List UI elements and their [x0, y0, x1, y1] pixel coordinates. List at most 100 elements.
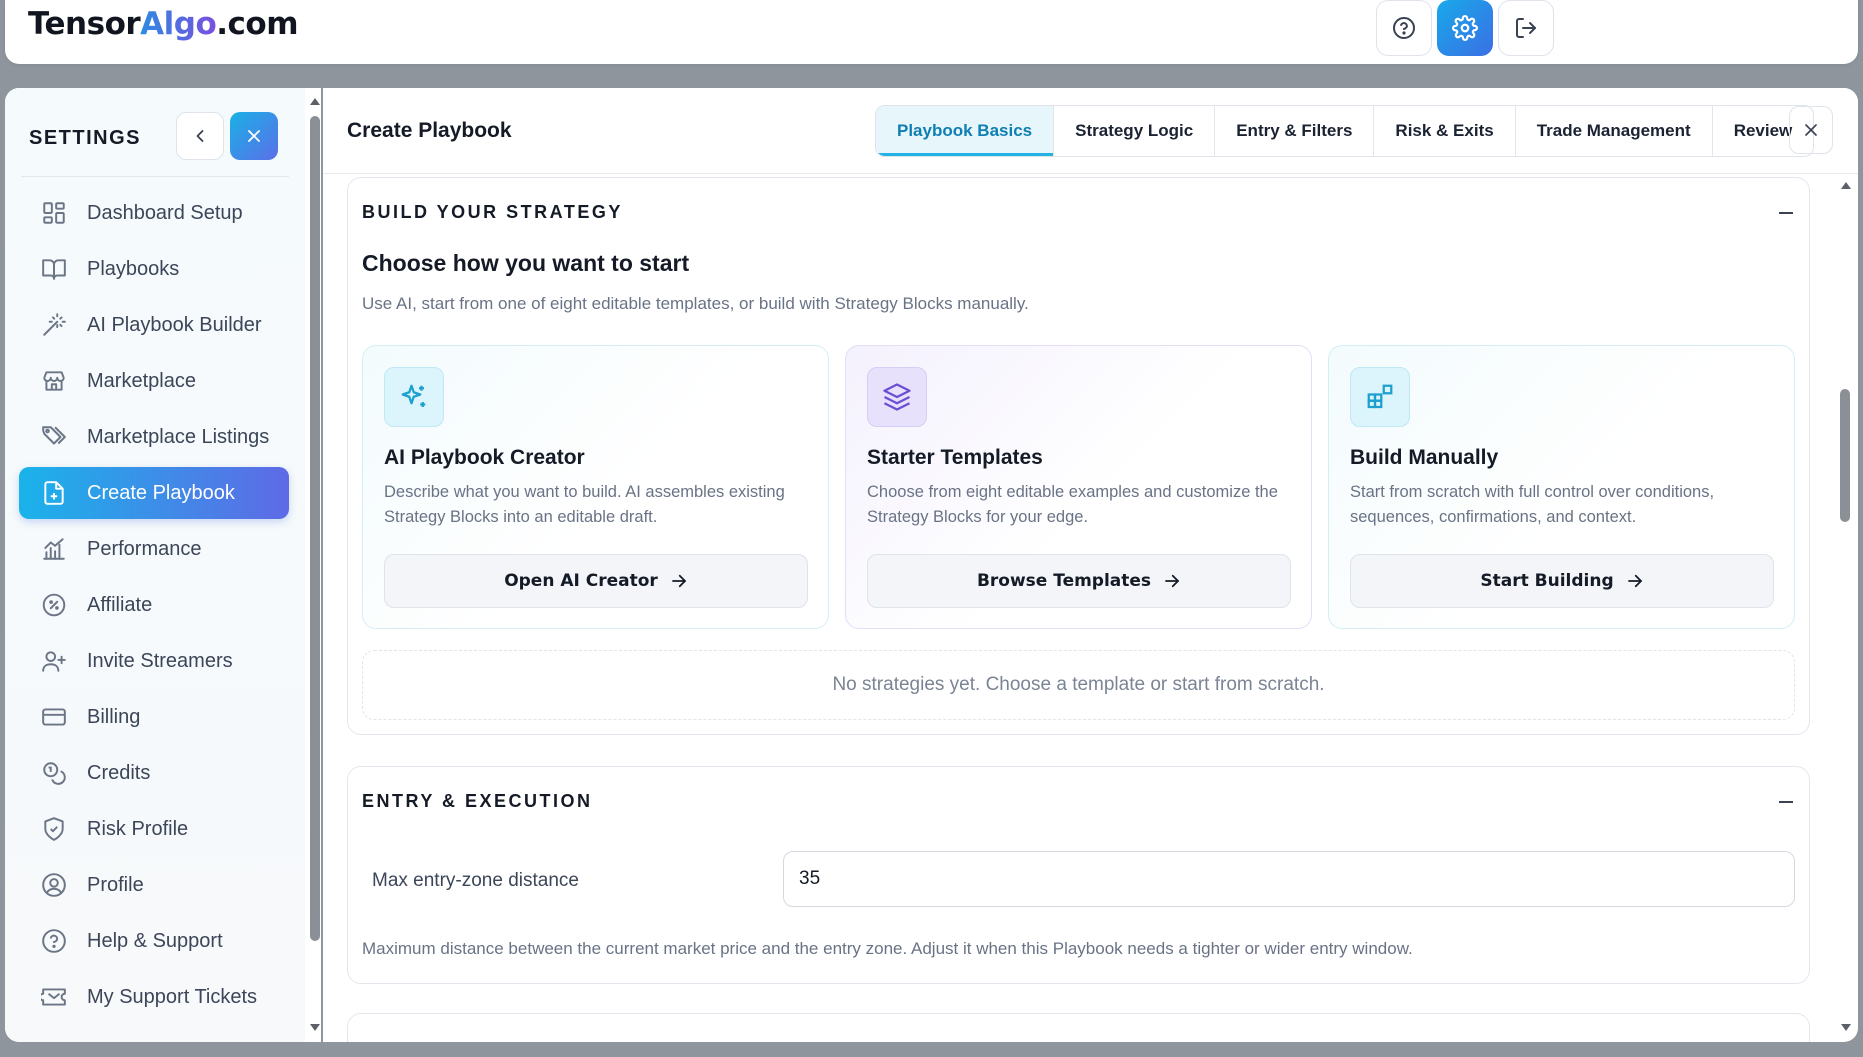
sidebar-scroll-thumb[interactable] [310, 116, 320, 941]
sidebar-menu: Dashboard Setup Playbooks AI Playbook Bu… [19, 187, 289, 1027]
tab-risk-exits[interactable]: Risk & Exits [1373, 106, 1514, 156]
sidebar-item-profile[interactable]: Profile [19, 859, 289, 911]
starter-templates-card: Starter Templates Choose from eight edit… [845, 345, 1312, 629]
collapse-section-toggle[interactable] [1779, 801, 1793, 803]
sidebar-scroll-down-arrow[interactable] [310, 1024, 320, 1031]
sidebar-item-my-support-tickets[interactable]: My Support Tickets [19, 971, 289, 1023]
chart-icon [43, 538, 65, 560]
close-icon [1805, 124, 1817, 136]
next-section [347, 1013, 1810, 1042]
card-description: Describe what you want to build. AI asse… [384, 483, 785, 526]
section-heading: Choose how you want to start [362, 250, 690, 276]
arrow-right-icon [1165, 574, 1179, 588]
button-label: Start Building [1480, 571, 1614, 591]
page-title: Create Playbook [347, 119, 512, 142]
create-playbook-panel: Create Playbook Playbook Basics Strategy… [323, 88, 1858, 1042]
sidebar-item-playbooks[interactable]: Playbooks [19, 243, 289, 295]
sparkles-icon [401, 384, 426, 407]
logout-icon [1516, 18, 1536, 38]
field-help-text: Maximum distance between the current mar… [362, 939, 1413, 958]
sidebar-item-help-support[interactable]: Help & Support [19, 915, 289, 967]
card-icon-box [1350, 367, 1410, 427]
sidebar-item-affiliate[interactable]: Affiliate [19, 579, 289, 631]
magic-wand-icon [43, 313, 66, 336]
build-strategy-section: BUILD YOUR STRATEGY Choose how you want … [347, 177, 1810, 735]
sidebar-divider [21, 176, 289, 177]
card-description: Start from scratch with full control ove… [1350, 483, 1715, 526]
max-entry-zone-distance-input[interactable] [783, 851, 1795, 907]
card-title: AI Playbook Creator [384, 446, 585, 469]
sidebar-item-label: My Support Tickets [87, 985, 258, 1008]
logo[interactable]: TensorAlgo.com [28, 6, 299, 42]
card-icon-box [384, 367, 444, 427]
sidebar-item-dashboard-setup[interactable]: Dashboard Setup [19, 187, 289, 239]
sidebar-panel: SETTINGS Dashboard Setup Playbooks AI Pl… [5, 88, 305, 1042]
section-subtitle: Use AI, start from one of eight editable… [362, 294, 1029, 313]
ai-creator-card: AI Playbook Creator Describe what you wa… [362, 345, 829, 629]
main-scroll-down-arrow[interactable] [1841, 1024, 1851, 1031]
user-circle-icon [42, 873, 66, 897]
sidebar-item-performance[interactable]: Performance [19, 523, 289, 575]
sidebar-item-billing[interactable]: Billing [19, 691, 289, 743]
main-scroll-thumb[interactable] [1840, 389, 1850, 522]
sidebar-item-marketplace-listings[interactable]: Marketplace Listings [19, 411, 289, 463]
button-label: Browse Templates [976, 571, 1152, 591]
arrow-right-icon [671, 574, 686, 588]
arrow-right-icon [1627, 574, 1642, 588]
coins-icon [43, 762, 66, 785]
sidebar-scroll-up-arrow[interactable] [310, 98, 320, 105]
sidebar-item-risk-profile[interactable]: Risk Profile [19, 803, 289, 855]
card-description: Choose from eight editable examples and … [867, 483, 1278, 526]
top-bar: TensorAlgo.com [5, 0, 1858, 64]
sidebar-close-button[interactable] [230, 112, 278, 160]
sidebar-item-label: Performance [87, 537, 202, 560]
close-icon [248, 130, 260, 142]
blocks-icon [1367, 384, 1393, 409]
sidebar-item-label: Profile [87, 873, 144, 896]
tags-icon [42, 426, 66, 445]
max-entry-zone-distance-label: Max entry-zone distance [372, 870, 579, 891]
section-title: BUILD YOUR STRATEGY [362, 202, 623, 222]
sidebar-item-label: Help & Support [87, 929, 223, 952]
sidebar-item-label: Risk Profile [87, 817, 189, 840]
sidebar-item-ai-playbook-builder[interactable]: AI Playbook Builder [19, 299, 289, 351]
settings-button[interactable] [1437, 0, 1493, 56]
help-circle-icon [42, 929, 66, 953]
gear-icon [1452, 15, 1478, 41]
credit-card-icon [42, 708, 66, 726]
tab-strategy-logic[interactable]: Strategy Logic [1053, 106, 1214, 156]
sidebar-collapse-button[interactable] [176, 112, 224, 160]
sidebar-item-label: Marketplace [87, 369, 196, 392]
start-building-button[interactable]: Start Building [1350, 554, 1774, 608]
sidebar-item-label: Credits [87, 761, 151, 784]
settings-sidebar: SETTINGS Dashboard Setup Playbooks AI Pl… [5, 88, 321, 1042]
sidebar-item-label: Invite Streamers [87, 649, 233, 672]
sidebar-item-label: Marketplace Listings [87, 425, 270, 448]
file-plus-icon [44, 481, 64, 505]
main-scroll-up-arrow[interactable] [1841, 182, 1851, 189]
button-label: Open AI Creator [504, 571, 658, 591]
sidebar-item-label: Create Playbook [87, 481, 235, 504]
open-ai-creator-button[interactable]: Open AI Creator [384, 554, 808, 608]
step-tabs: Playbook Basics Strategy Logic Entry & F… [875, 105, 1815, 157]
tab-entry-filters[interactable]: Entry & Filters [1214, 106, 1373, 156]
layers-icon [883, 383, 911, 411]
browse-templates-button[interactable]: Browse Templates [867, 554, 1291, 608]
sidebar-title: SETTINGS [29, 127, 142, 149]
empty-strategies-message: No strategies yet. Choose a template or … [362, 650, 1795, 720]
tab-trade-management[interactable]: Trade Management [1514, 106, 1712, 156]
ticket-icon [41, 988, 66, 1006]
tab-playbook-basics[interactable]: Playbook Basics [876, 106, 1054, 156]
sidebar-item-marketplace[interactable]: Marketplace [19, 355, 289, 407]
card-title: Build Manually [1350, 446, 1499, 469]
logout-button[interactable] [1498, 0, 1554, 56]
collapse-section-toggle[interactable] [1779, 212, 1793, 214]
close-panel-button[interactable] [1789, 106, 1833, 154]
sidebar-item-label: AI Playbook Builder [87, 313, 262, 336]
badge-percent-icon [42, 593, 66, 617]
sidebar-item-create-playbook[interactable]: Create Playbook [19, 467, 289, 519]
help-button[interactable] [1376, 0, 1432, 56]
sidebar-item-invite-streamers[interactable]: Invite Streamers [19, 635, 289, 687]
shield-icon [44, 817, 64, 841]
sidebar-item-credits[interactable]: Credits [19, 747, 289, 799]
